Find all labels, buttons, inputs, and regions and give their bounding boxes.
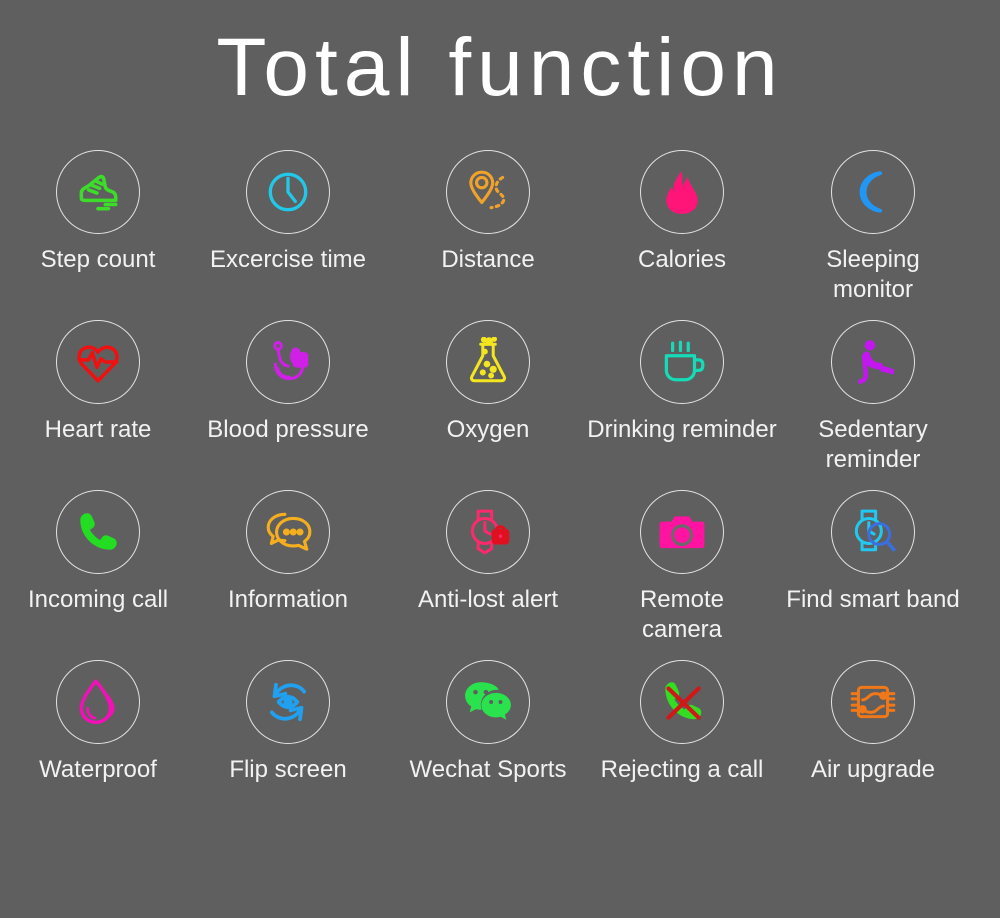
feature-icon-circle [446, 320, 530, 404]
feature-icon-circle [246, 660, 330, 744]
ota-chip-icon [848, 677, 898, 727]
feature-label: Incoming call [27, 586, 169, 613]
feature-label: Step count [40, 246, 156, 273]
phone-reject-icon [657, 677, 707, 727]
map-pin-route-icon [463, 167, 513, 217]
feature-item[interactable]: Anti-lost alert [388, 480, 588, 615]
wechat-bubbles-icon [463, 677, 513, 727]
feature-icon-circle [831, 320, 915, 404]
water-droplet-icon [73, 677, 123, 727]
feature-icon-circle [831, 150, 915, 234]
feature-icon-circle [56, 660, 140, 744]
feature-item[interactable]: Step count [0, 140, 198, 275]
page-title: Total function [216, 22, 784, 113]
feature-item[interactable]: Find smart band [773, 480, 973, 615]
feature-label: Flip screen [229, 756, 347, 783]
feature-item[interactable]: Blood pressure [188, 310, 388, 445]
feature-label: Distance [441, 246, 535, 273]
feature-label: Oxygen [446, 416, 530, 443]
feature-label: Drinking reminder [587, 416, 777, 443]
feature-icon-circle [446, 660, 530, 744]
feature-icon-circle [831, 490, 915, 574]
watch-lock-icon [463, 507, 513, 557]
feature-row: Step count Excercise time Distance Calories… [0, 140, 1000, 310]
feature-row: Incoming call Information Anti-lost alert R… [0, 480, 1000, 650]
feature-icon-circle [56, 490, 140, 574]
feature-item[interactable]: Information [188, 480, 388, 615]
blood-pressure-monitor-icon [263, 337, 313, 387]
flame-icon [657, 167, 707, 217]
feature-item[interactable]: Waterproof [0, 650, 198, 785]
running-shoe-icon [73, 167, 123, 217]
feature-icon-circle [246, 150, 330, 234]
feature-item[interactable]: Distance [388, 140, 588, 275]
feature-row: Heart rate Blood pressure Oxygen Drinking r… [0, 310, 1000, 480]
feature-item[interactable]: Sleeping monitor [773, 140, 973, 305]
feature-label: Information [227, 586, 349, 613]
feature-item[interactable]: Drinking reminder [582, 310, 782, 445]
feature-icon-circle [831, 660, 915, 744]
feature-label: Anti-lost alert [417, 586, 559, 613]
feature-icon-circle [446, 490, 530, 574]
feature-item[interactable]: Remote camera [582, 480, 782, 645]
coffee-cup-icon [657, 337, 707, 387]
feature-item[interactable]: Air upgrade [773, 650, 973, 785]
feature-label: Heart rate [44, 416, 152, 443]
crescent-moon-icon [848, 167, 898, 217]
feature-label: Wechat Sports [409, 756, 567, 783]
feature-label: Blood pressure [207, 416, 369, 443]
feature-icon-circle [640, 490, 724, 574]
clock-icon [263, 167, 313, 217]
feature-label: Find smart band [786, 586, 960, 613]
feature-icon-circle [246, 490, 330, 574]
feature-item[interactable]: Sedentary reminder [773, 310, 973, 475]
feature-icon-circle [640, 660, 724, 744]
feature-icon-circle [56, 150, 140, 234]
feature-item[interactable]: Excercise time [188, 140, 388, 275]
feature-grid: Step count Excercise time Distance Calories… [0, 140, 1000, 850]
feature-item[interactable]: Rejecting a call [582, 650, 782, 785]
speech-bubbles-icon [263, 507, 313, 557]
feature-poster: Total function Step count Excercise time D… [0, 0, 1000, 918]
feature-label: Calories [637, 246, 727, 273]
feature-item[interactable]: Oxygen [388, 310, 588, 445]
feature-label: Sedentary reminder [818, 416, 928, 473]
heart-ecg-icon [73, 337, 123, 387]
feature-icon-circle [640, 150, 724, 234]
feature-item[interactable]: Flip screen [188, 650, 388, 785]
feature-label: Waterproof [39, 756, 157, 783]
feature-item[interactable]: Incoming call [0, 480, 198, 615]
phone-handset-icon [73, 507, 123, 557]
feature-label: Excercise time [209, 246, 367, 273]
feature-icon-circle [446, 150, 530, 234]
watch-magnifier-icon [848, 507, 898, 557]
camera-icon [657, 507, 707, 557]
feature-row: Waterproof Flip screen Wechat Sports Reject… [0, 650, 1000, 850]
feature-icon-circle [640, 320, 724, 404]
feature-item[interactable]: Calories [582, 140, 782, 275]
sitting-person-icon [848, 337, 898, 387]
feature-icon-circle [246, 320, 330, 404]
feature-item[interactable]: Heart rate [0, 310, 198, 445]
feature-icon-circle [56, 320, 140, 404]
feature-label: Air upgrade [810, 756, 936, 783]
feature-label: Rejecting a call [600, 756, 764, 783]
feature-label: Sleeping monitor [826, 246, 920, 303]
feature-item[interactable]: Wechat Sports [388, 650, 588, 785]
feature-label: Remote camera [639, 586, 725, 643]
flask-bubbles-icon [463, 337, 513, 387]
rotate-eye-icon [263, 677, 313, 727]
